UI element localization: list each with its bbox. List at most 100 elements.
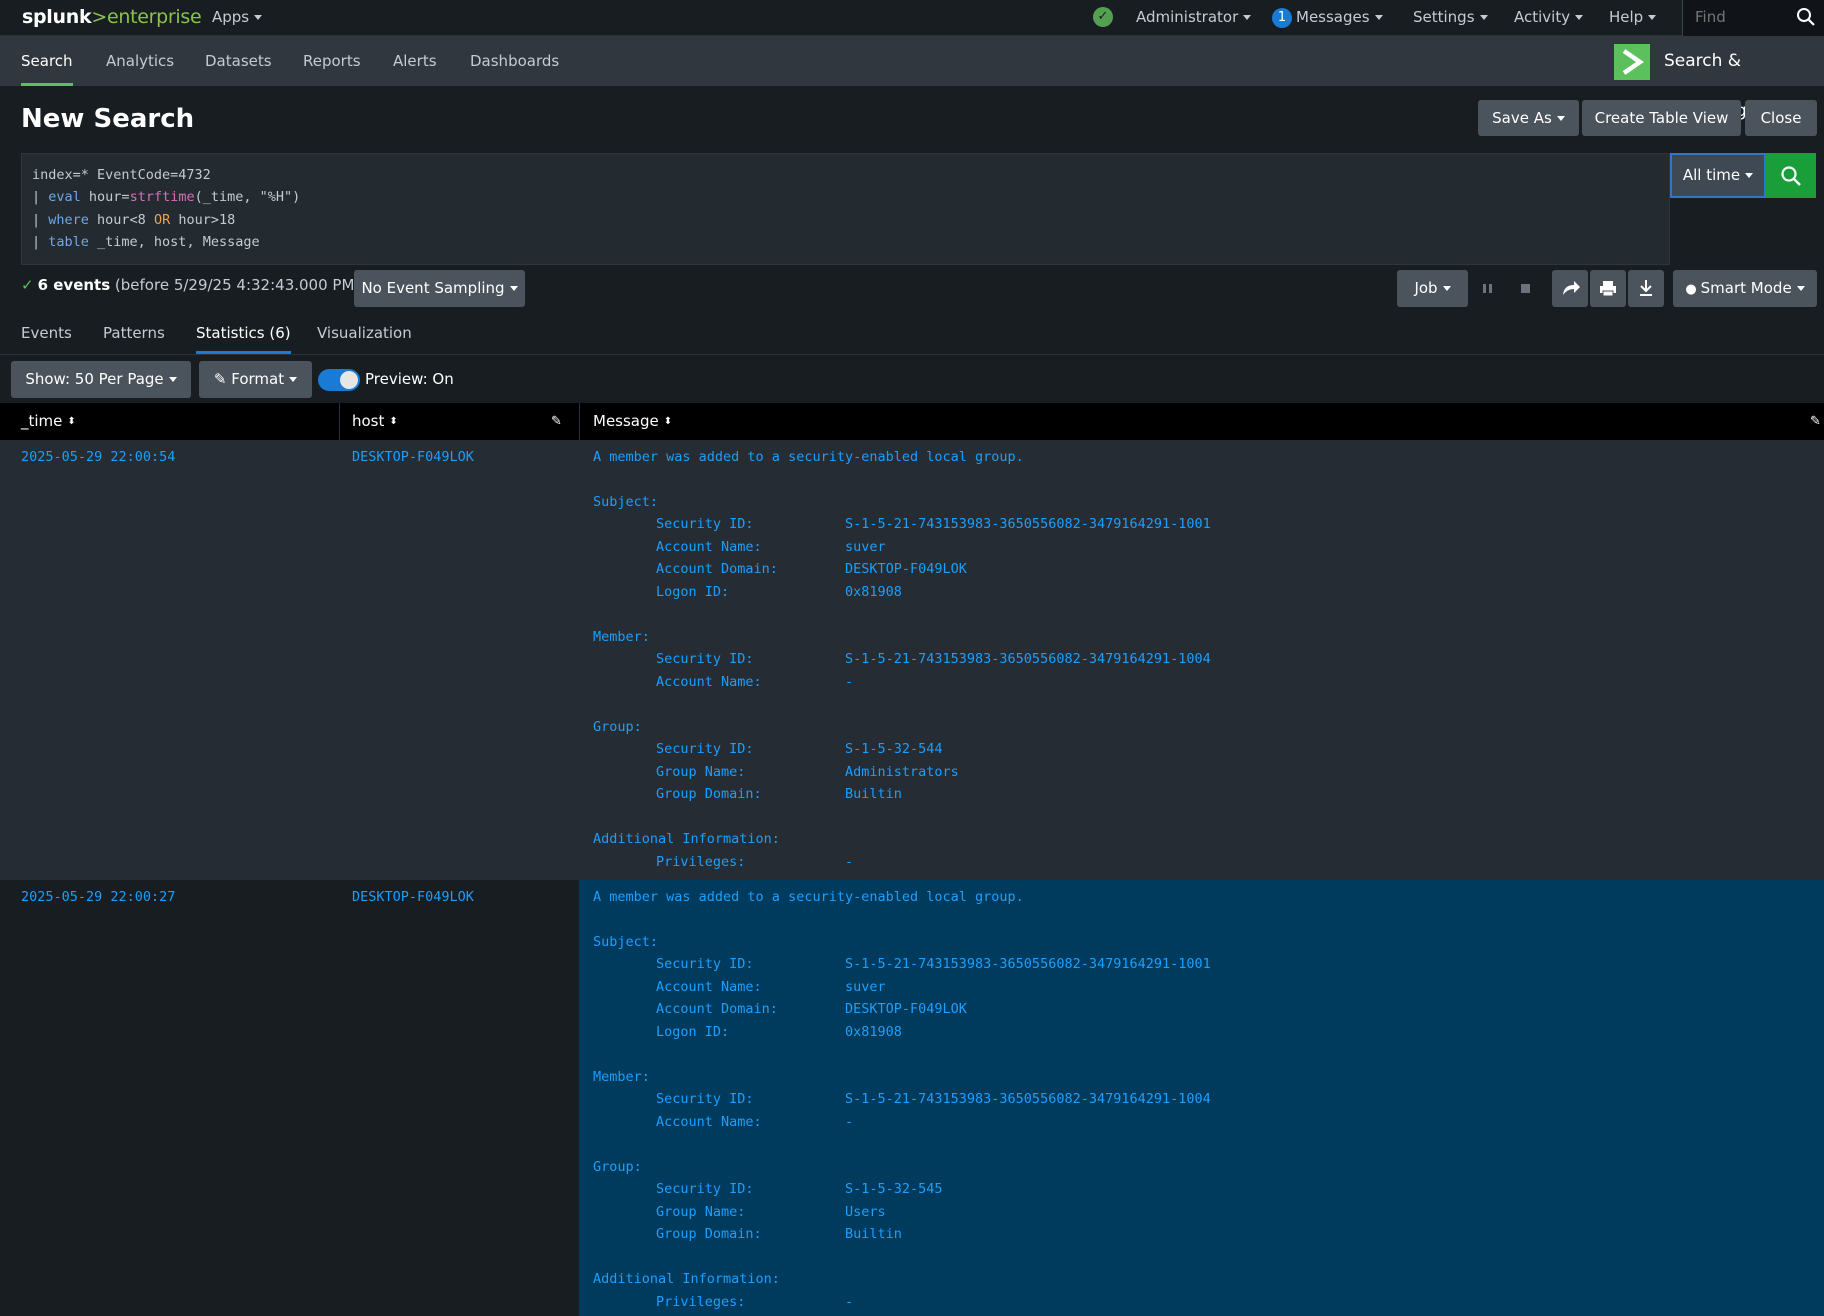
close-label: Close xyxy=(1760,109,1802,127)
edit-column-icon[interactable]: ✎ xyxy=(551,403,562,440)
message-field-value[interactable]: S-1-5-21-743153983-3650556082-3479164291… xyxy=(845,956,1211,972)
message-field-value[interactable]: suver xyxy=(845,539,886,555)
run-search-button[interactable] xyxy=(1766,153,1816,198)
splunk-logo[interactable]: splunk>enterprise xyxy=(22,6,202,28)
column-header-time[interactable]: _time ⬍ xyxy=(21,403,76,440)
message-field-value[interactable]: Administrators xyxy=(845,764,959,780)
message-field-label: Security ID: xyxy=(656,516,754,532)
table-row[interactable]: 2025-05-29 22:00:54 DESKTOP-F049LOK A me… xyxy=(0,440,1824,880)
apps-menu-label: Apps xyxy=(212,8,250,26)
message-field-value[interactable]: S-1-5-21-743153983-3650556082-3479164291… xyxy=(845,651,1211,667)
message-field-label: Logon ID: xyxy=(656,584,730,600)
message-field-value[interactable]: S-1-5-21-743153983-3650556082-3479164291… xyxy=(845,1091,1211,1107)
cell-host[interactable]: DESKTOP-F049LOK xyxy=(352,449,474,465)
message-field-label: Privileges: xyxy=(656,854,746,870)
message-section-title: Additional Information: xyxy=(593,831,780,847)
create-table-view-button[interactable]: Create Table View xyxy=(1582,100,1741,136)
tab-patterns[interactable]: Patterns xyxy=(103,312,165,354)
format-dropdown[interactable]: ✎ Format xyxy=(199,361,312,398)
message-field-value[interactable]: DESKTOP-F049LOK xyxy=(845,561,967,577)
create-table-view-label: Create Table View xyxy=(1594,109,1729,127)
share-icon[interactable] xyxy=(1552,270,1588,307)
message-field-value[interactable]: - xyxy=(845,1114,853,1130)
apps-menu[interactable]: Apps xyxy=(212,0,263,34)
message-field-label: Account Name: xyxy=(656,674,762,690)
export-download-icon[interactable] xyxy=(1628,270,1664,307)
pause-icon[interactable] xyxy=(1470,270,1506,307)
event-sampling-dropdown[interactable]: No Event Sampling xyxy=(354,270,525,307)
print-icon[interactable] xyxy=(1590,270,1626,307)
query-text: hour<8 xyxy=(88,212,154,228)
message-field-value[interactable]: Builtin xyxy=(845,1226,902,1242)
events-count: 6 events xyxy=(37,276,111,294)
message-field-value[interactable]: Builtin xyxy=(845,786,902,802)
column-header-label: Message xyxy=(593,412,659,430)
edit-column-icon[interactable]: ✎ xyxy=(1810,403,1821,440)
search-icon[interactable] xyxy=(1796,7,1816,31)
message-field-label: Security ID: xyxy=(656,956,754,972)
cell-time[interactable]: 2025-05-29 22:00:27 xyxy=(21,889,175,905)
message-field-value[interactable]: - xyxy=(845,1294,853,1310)
page-size-dropdown[interactable]: Show: 50 Per Page xyxy=(11,361,191,398)
activity-menu[interactable]: Activity xyxy=(1514,0,1584,34)
search-icon xyxy=(1780,165,1802,191)
search-mode-dropdown[interactable]: ● Smart Mode xyxy=(1673,270,1817,307)
message-field-value[interactable]: S-1-5-32-544 xyxy=(845,741,943,757)
chevron-down-icon xyxy=(1796,286,1805,291)
job-menu[interactable]: Job xyxy=(1397,270,1468,307)
close-button[interactable]: Close xyxy=(1745,100,1817,136)
settings-menu-label: Settings xyxy=(1413,8,1475,26)
health-status-ok-icon[interactable]: ✓ xyxy=(1093,7,1113,27)
chevron-down-icon xyxy=(509,286,518,291)
column-header-message[interactable]: Message ⬍ xyxy=(593,403,672,440)
app-tab-reports[interactable]: Reports xyxy=(303,36,361,86)
message-field-value[interactable]: 0x81908 xyxy=(845,1024,902,1040)
table-header: _time ⬍ host ⬍ ✎ Message ⬍ ✎ xyxy=(0,403,1824,440)
message-headline[interactable]: A member was added to a security-enabled… xyxy=(593,449,1024,465)
cell-host[interactable]: DESKTOP-F049LOK xyxy=(352,889,474,905)
app-tab-datasets[interactable]: Datasets xyxy=(205,36,272,86)
message-field-value[interactable]: S-1-5-21-743153983-3650556082-3479164291… xyxy=(845,516,1211,532)
message-field-value[interactable]: DESKTOP-F049LOK xyxy=(845,1001,967,1017)
message-field-value[interactable]: Users xyxy=(845,1204,886,1220)
app-tab-search[interactable]: Search xyxy=(21,36,73,86)
query-line-1: index=* EventCode=4732 xyxy=(32,164,211,186)
pipe: | xyxy=(32,212,49,228)
message-field-label: Logon ID: xyxy=(656,1024,730,1040)
time-range-picker[interactable]: All time xyxy=(1670,153,1766,198)
tab-visualization[interactable]: Visualization xyxy=(317,312,412,354)
message-field-label: Group Name: xyxy=(656,764,746,780)
tab-statistics[interactable]: Statistics (6) xyxy=(196,312,291,354)
help-menu-label: Help xyxy=(1609,8,1644,26)
message-field-value[interactable]: 0x81908 xyxy=(845,584,902,600)
user-menu[interactable]: Administrator xyxy=(1136,0,1252,34)
app-tab-dashboards[interactable]: Dashboards xyxy=(470,36,559,86)
message-section-title: Group: xyxy=(593,1159,642,1175)
column-header-host[interactable]: host ⬍ xyxy=(352,403,398,440)
find-input[interactable] xyxy=(1683,0,1783,34)
search-query-editor[interactable]: index=* EventCode=4732 | eval hour=strft… xyxy=(21,153,1670,265)
chevron-down-icon xyxy=(1556,116,1565,121)
settings-menu[interactable]: Settings xyxy=(1413,0,1488,34)
stop-icon[interactable] xyxy=(1508,270,1544,307)
lightbulb-icon: ● xyxy=(1685,282,1697,297)
message-headline[interactable]: A member was added to a security-enabled… xyxy=(593,889,1024,905)
app-tab-analytics[interactable]: Analytics xyxy=(106,36,174,86)
help-menu[interactable]: Help xyxy=(1609,0,1657,34)
cell-time[interactable]: 2025-05-29 22:00:54 xyxy=(21,449,175,465)
app-nav-bar: Search Analytics Datasets Reports Alerts… xyxy=(0,36,1824,86)
app-tab-alerts[interactable]: Alerts xyxy=(393,36,437,86)
message-field-value[interactable]: - xyxy=(845,854,853,870)
message-field-value[interactable]: S-1-5-32-545 xyxy=(845,1181,943,1197)
table-row[interactable]: 2025-05-29 22:00:27 DESKTOP-F049LOK A me… xyxy=(0,880,1824,1316)
message-field-value[interactable]: suver xyxy=(845,979,886,995)
message-field-value[interactable]: - xyxy=(845,674,853,690)
save-as-button[interactable]: Save As xyxy=(1478,100,1579,136)
save-as-label: Save As xyxy=(1492,109,1552,127)
column-divider xyxy=(339,403,340,440)
preview-toggle[interactable] xyxy=(318,369,360,391)
tab-events[interactable]: Events xyxy=(21,312,72,354)
page-size-label: Show: 50 Per Page xyxy=(25,370,164,388)
messages-menu[interactable]: 1 Messages xyxy=(1272,0,1383,34)
sort-icon: ⬍ xyxy=(67,415,76,427)
